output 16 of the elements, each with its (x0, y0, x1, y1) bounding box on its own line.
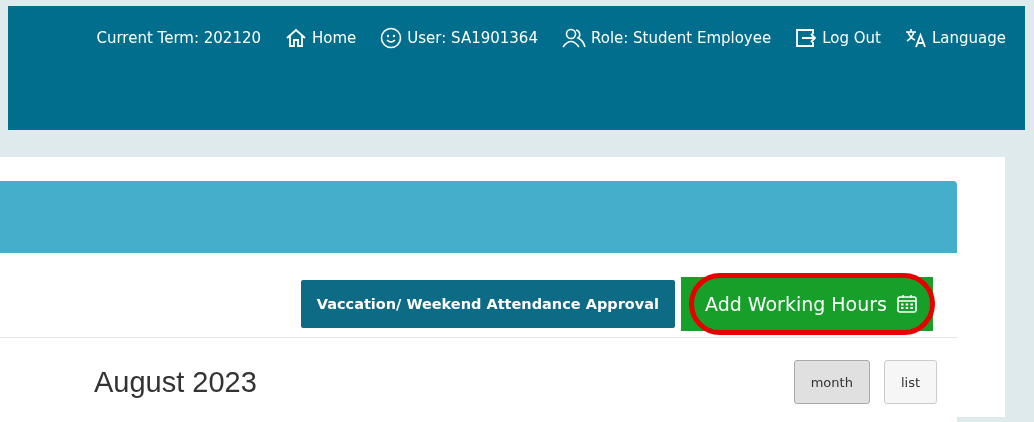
calendar-title: August 2023 (94, 365, 258, 399)
language-link[interactable]: Language (904, 26, 1006, 50)
user-link[interactable]: User: SA1901364 (380, 26, 538, 50)
smiley-icon (380, 27, 403, 49)
people-icon (561, 28, 586, 48)
view-button[interactable]: month (793, 360, 870, 404)
translate-icon (904, 28, 927, 48)
home-link[interactable]: Home (285, 26, 357, 50)
calendar-icon (897, 295, 917, 313)
approval-button[interactable]: Vaccation/ Weekend Attendance Approval (300, 280, 675, 328)
current-term: Current Term: 202120 (96, 28, 262, 49)
home-icon (285, 28, 308, 48)
role-link[interactable]: Role: Student Employee (561, 26, 772, 50)
view-button[interactable]: list (883, 360, 937, 404)
logout-link[interactable]: Log Out (795, 26, 881, 50)
logout-icon (795, 28, 818, 48)
